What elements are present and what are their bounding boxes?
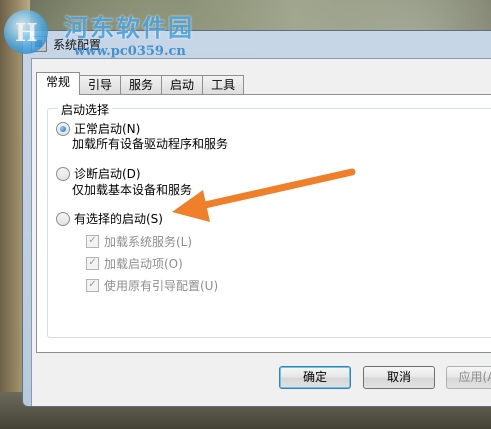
annotation-arrow [172,168,356,222]
watermark-url: www.pc0359.cn [74,44,186,59]
site-watermark: H 河东软件园 www.pc0359.cn [4,2,254,64]
tab-general[interactable]: 常规 [36,72,81,95]
watermark-logo-icon: H [4,10,48,54]
watermark-title: 河东软件园 [64,13,194,42]
